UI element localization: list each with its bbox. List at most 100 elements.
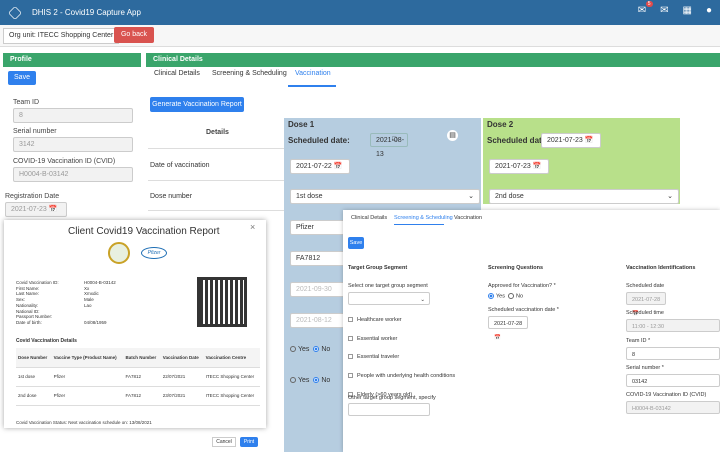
table-cell: 23/07/2021 <box>160 386 204 406</box>
approved-label: Approved for Vaccination? * <box>488 283 556 289</box>
target-group-select-label: Select one target group segment <box>348 283 428 289</box>
cvid-field[interactable]: H0004-B-03142 <box>13 167 133 182</box>
vaccination-details-table: Dose Number Vaccine Type (Product Name) Ba… <box>16 348 260 406</box>
scheduled-date-value: 2021-07-28 <box>632 297 661 303</box>
radio-no[interactable] <box>313 346 320 353</box>
qr-code <box>197 277 247 327</box>
cvid-label: COVID-19 Vaccination ID (CVID) <box>626 392 707 398</box>
dose-1-vaccine-field[interactable]: Pfizer <box>290 220 348 235</box>
dose-2-scheduled-date[interactable]: 2021-07-23 📅 <box>541 133 601 148</box>
serial-number-field[interactable]: 3142 <box>13 137 133 152</box>
target-group-option[interactable]: Essential worker <box>348 330 455 349</box>
dose-1-date-value: 2021-07-22 <box>296 163 332 170</box>
dose-1-radio-group-b: Yes No <box>290 377 330 384</box>
calendar-icon[interactable]: 📅 <box>533 163 542 170</box>
radio-no-label: No <box>321 346 331 353</box>
table-cell: Pfizer <box>51 367 124 387</box>
team-id-field[interactable]: 8 <box>13 108 133 123</box>
calendar-icon[interactable]: 📅 <box>585 137 594 144</box>
radio-no[interactable] <box>508 293 515 299</box>
tab-clinical-details[interactable]: Clinical Details <box>154 70 200 77</box>
table-cell: 22/07/2021 <box>160 367 204 387</box>
table-header-row: Dose Number Vaccine Type (Product Name) Ba… <box>16 348 260 368</box>
app-header: DHIS 2 - Covid19 Capture App ✉ 5 ✉ ▦ ● <box>0 0 720 25</box>
dose-2-date-field[interactable]: 2021-07-23 📅 <box>489 159 549 174</box>
calendar-icon[interactable]: 📅 <box>49 206 58 213</box>
clinical-details-header: Clinical Details <box>146 53 720 67</box>
dose-number-label: Dose number <box>150 193 193 200</box>
dose-1-title: Dose 1 <box>288 120 315 129</box>
dose-2-dose-value: 2nd dose <box>495 193 524 200</box>
dhis2-logo-icon[interactable] <box>8 5 22 20</box>
divider <box>148 180 284 181</box>
cancel-button[interactable]: Cancel <box>212 437 236 447</box>
messages-icon[interactable]: ✉ 5 <box>638 1 653 16</box>
tab-screening-scheduling[interactable]: Screening & Scheduling <box>212 70 287 77</box>
radio-yes-label: Yes <box>496 293 505 300</box>
patient-fields: Covid Vaccination ID: H0004-B-03142 First … <box>16 280 116 326</box>
dose-1-dose-value: 1st dose <box>296 193 323 200</box>
calendar-icon[interactable]: □ <box>392 136 396 143</box>
checkbox[interactable] <box>348 354 353 360</box>
target-group-option[interactable]: People with underlying health conditions <box>348 367 455 386</box>
checkbox[interactable] <box>348 373 353 379</box>
pfizer-logo-text: Pfizer <box>147 250 161 256</box>
scheduled-time-label: Scheduled time <box>626 310 664 316</box>
mail-icon[interactable]: ✉ <box>660 5 668 16</box>
profile-icon[interactable]: ● <box>706 5 712 16</box>
generate-report-button[interactable]: Generate Vaccination Report <box>150 97 244 112</box>
print-button[interactable]: Print <box>240 437 258 447</box>
radio-no[interactable] <box>313 377 320 384</box>
patient-field-row: Date of birth: 04/08/1959 <box>16 320 116 326</box>
dose-1-expiry-field[interactable]: 2021-09-30 <box>290 282 348 297</box>
print-icon[interactable]: ▤ <box>447 130 458 141</box>
table-cell: ITECC Shopping Center <box>203 367 260 387</box>
other-segment-field[interactable] <box>348 403 430 416</box>
team-id-field[interactable]: 8 <box>626 347 720 360</box>
profile-header-label: Profile <box>10 56 32 63</box>
scheduled-time-field[interactable]: 11:00 - 12:30 <box>626 319 720 332</box>
tab-vaccination[interactable]: Vaccination <box>295 70 331 77</box>
screening-save-button[interactable]: Save <box>348 237 364 249</box>
dose-2-dose-select[interactable]: 2nd dose ⌄ <box>489 189 679 204</box>
calendar-icon[interactable]: 📅 <box>494 335 501 341</box>
profile-save-button[interactable]: Save <box>8 71 36 85</box>
cvid-label: COVID-19 Vaccination ID (CVID) <box>13 158 116 165</box>
target-group-checkboxes: Healthcare worker Essential worker Essenti… <box>348 311 455 405</box>
tab-clinical-details[interactable]: Clinical Details <box>351 215 387 221</box>
dose-1-scheduled-date[interactable]: 2021-08-13 <box>370 133 408 158</box>
vaccination-identifications-title: Vaccination Identifications <box>626 265 696 271</box>
clinical-header-label: Clinical Details <box>153 56 203 63</box>
close-icon[interactable]: × <box>250 222 255 232</box>
dose-1-date-field[interactable]: 2021-07-22 📅 <box>290 159 350 174</box>
dose-1-next-date-field[interactable]: 2021-08-12 <box>290 313 348 328</box>
active-tab-indicator <box>288 85 336 87</box>
tab-vaccination[interactable]: Vaccination <box>454 215 482 221</box>
radio-yes[interactable] <box>290 377 296 384</box>
target-group-option[interactable]: Healthcare worker <box>348 311 455 330</box>
registration-date-field[interactable]: 2021-07-23 📅 <box>5 202 67 217</box>
radio-yes[interactable] <box>290 346 296 353</box>
apps-grid-icon[interactable]: ▦ <box>683 5 692 16</box>
target-group-option[interactable]: Essential traveler <box>348 348 455 367</box>
checkbox[interactable] <box>348 335 353 341</box>
report-details-title: Covid Vaccination Details <box>16 338 77 344</box>
column-header: Vaccine Type (Product Name) <box>51 348 124 368</box>
calendar-icon[interactable]: 📅 <box>334 163 343 170</box>
dose-1-dose-select[interactable]: 1st dose ⌄ <box>290 189 480 204</box>
table-cell: FA7812 <box>123 386 161 406</box>
serial-number-field[interactable]: 03142 <box>626 374 720 387</box>
dose-1-scheduled-label: Scheduled date: <box>288 136 350 145</box>
org-unit-selector[interactable]: Org unit: ITECC Shopping Center <box>3 28 120 44</box>
radio-yes[interactable] <box>488 293 494 299</box>
tab-screening-scheduling[interactable]: Screening & Scheduling <box>394 215 453 221</box>
go-back-button[interactable]: Go back <box>114 27 154 43</box>
dose-1-batch-field[interactable]: FA7812 <box>290 251 348 266</box>
checkbox[interactable] <box>348 317 353 323</box>
target-group-label: Healthcare worker <box>357 317 402 323</box>
target-group-select[interactable]: ⌄ <box>348 292 430 305</box>
patient-field-value: Xx <box>84 285 90 291</box>
cvid-field[interactable]: H0004-B-03142 <box>626 401 720 414</box>
scheduled-vaccination-field[interactable]: 2021-07-28 📅 <box>488 316 528 341</box>
scheduled-date-field[interactable]: 2021-07-28 📅 <box>626 292 666 317</box>
